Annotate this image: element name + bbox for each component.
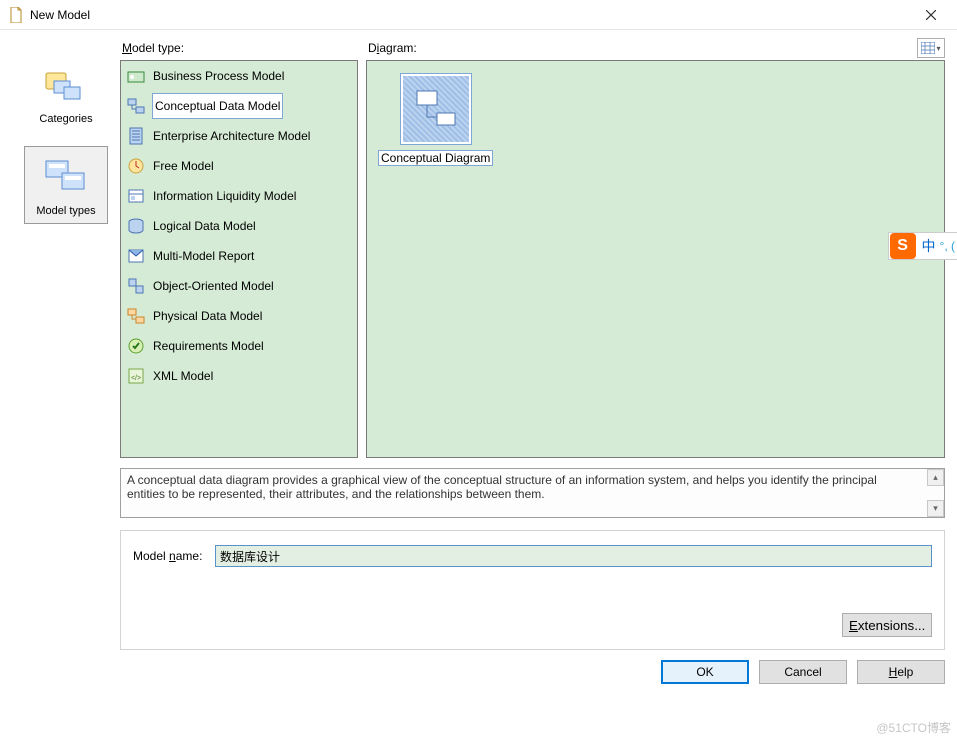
conceptual-diagram-icon bbox=[411, 87, 461, 131]
model-type-item-label: Physical Data Model bbox=[153, 304, 262, 328]
model-type-item-label: XML Model bbox=[153, 364, 213, 388]
oom-icon bbox=[126, 276, 146, 296]
cdm-icon bbox=[126, 96, 146, 116]
diagram-label: Diagram: bbox=[358, 41, 917, 55]
model-type-item-label: Free Model bbox=[153, 154, 214, 178]
model-type-item[interactable]: Physical Data Model bbox=[121, 301, 357, 331]
model-type-item[interactable]: Information Liquidity Model bbox=[121, 181, 357, 211]
sogou-icon: S bbox=[890, 233, 916, 259]
model-types-icon bbox=[42, 157, 90, 199]
folder-stack-icon bbox=[44, 67, 88, 107]
watermark: @51CTO博客 bbox=[876, 719, 951, 736]
ldm-icon bbox=[126, 216, 146, 236]
model-type-item-label: Conceptual Data Model bbox=[153, 94, 282, 118]
pdm-icon bbox=[126, 306, 146, 326]
model-type-item[interactable]: Object-Oriented Model bbox=[121, 271, 357, 301]
help-button[interactable]: Help bbox=[857, 660, 945, 684]
description-text: A conceptual data diagram provides a gra… bbox=[127, 473, 938, 501]
ok-button[interactable]: OK bbox=[661, 660, 749, 684]
ilm-icon bbox=[126, 186, 146, 206]
mmr-icon bbox=[126, 246, 146, 266]
model-type-item[interactable]: </> XML Model bbox=[121, 361, 357, 391]
sidebar-categories-label: Categories bbox=[39, 113, 92, 125]
eam-icon bbox=[126, 126, 146, 146]
model-type-item[interactable]: Multi-Model Report bbox=[121, 241, 357, 271]
model-name-label: Model name: bbox=[133, 549, 215, 563]
description-box: A conceptual data diagram provides a gra… bbox=[120, 468, 945, 518]
file-icon bbox=[8, 7, 24, 23]
view-options-button[interactable]: ▾ bbox=[917, 38, 945, 58]
model-type-item-label: Multi-Model Report bbox=[153, 244, 254, 268]
model-type-item[interactable]: Conceptual Data Model bbox=[121, 91, 357, 121]
req-icon bbox=[126, 336, 146, 356]
model-type-item-label: Business Process Model bbox=[153, 64, 284, 88]
ime-lang[interactable]: 中 bbox=[920, 236, 938, 256]
svg-text:</>: </> bbox=[131, 375, 141, 382]
model-type-item-label: Enterprise Architecture Model bbox=[153, 124, 310, 148]
model-type-label: Model type: bbox=[120, 41, 358, 55]
cancel-button[interactable]: Cancel bbox=[759, 660, 847, 684]
model-type-item-label: Requirements Model bbox=[153, 334, 264, 358]
diagram-thumbnail bbox=[400, 73, 472, 145]
model-type-list[interactable]: Business Process Model Conceptual Data Mo… bbox=[120, 60, 358, 458]
model-type-item-label: Information Liquidity Model bbox=[153, 184, 296, 208]
scroll-down-button[interactable]: ▾ bbox=[927, 500, 944, 517]
model-type-item[interactable]: Business Process Model bbox=[121, 61, 357, 91]
model-type-item[interactable]: Logical Data Model bbox=[121, 211, 357, 241]
model-type-item-label: Logical Data Model bbox=[153, 214, 256, 238]
chevron-down-icon: ▾ bbox=[936, 44, 940, 53]
xml-icon: </> bbox=[126, 366, 146, 386]
model-name-input[interactable] bbox=[215, 545, 932, 567]
diagram-item-label: Conceptual Diagram bbox=[379, 151, 492, 165]
sidebar-categories[interactable]: Categories bbox=[24, 56, 108, 132]
diagram-item-conceptual[interactable]: Conceptual Diagram bbox=[379, 73, 492, 165]
bpm-icon bbox=[126, 66, 146, 86]
ime-floater[interactable]: S 中 °, ( bbox=[888, 232, 957, 260]
extensions-button[interactable]: Extensions... bbox=[842, 613, 932, 637]
grid-icon bbox=[921, 42, 935, 54]
model-type-item[interactable]: Requirements Model bbox=[121, 331, 357, 361]
close-button[interactable] bbox=[911, 4, 951, 26]
scroll-up-button[interactable]: ▴ bbox=[927, 469, 944, 486]
model-type-item-label: Object-Oriented Model bbox=[153, 274, 274, 298]
diagram-list[interactable]: Conceptual Diagram bbox=[366, 60, 945, 458]
model-type-item[interactable]: Enterprise Architecture Model bbox=[121, 121, 357, 151]
model-type-item[interactable]: Free Model bbox=[121, 151, 357, 181]
sidebar-model-types-label: Model types bbox=[36, 205, 95, 217]
free-icon bbox=[126, 156, 146, 176]
ime-more-icon[interactable]: °, ( bbox=[938, 239, 957, 253]
window-title: New Model bbox=[30, 8, 90, 22]
sidebar-model-types[interactable]: Model types bbox=[24, 146, 108, 224]
